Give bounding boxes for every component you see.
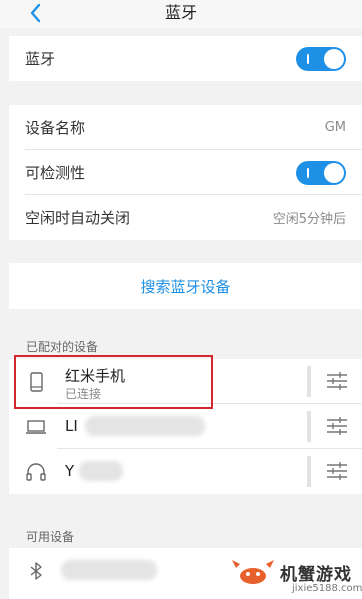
headphones-icon [25,461,47,483]
toggle-knob [324,48,344,69]
bluetooth-label: 蓝牙 [25,50,56,68]
nav-bar: 蓝牙 [0,0,362,28]
watermark: 机蟹游戏 jixie5188.com [228,552,362,599]
device-name-value: GM [324,120,346,135]
available-section-label: 可用设备 [26,530,75,544]
device-info-card: 设备名称 GM 可检测性 空闲时自动关闭 空闲5分钟后 [9,105,362,240]
redacted-text [85,416,205,436]
device-settings-icon[interactable] [326,416,348,436]
visibility-label: 可检测性 [25,164,86,182]
watermark-name: 机蟹游戏 [280,565,352,585]
device-settings-icon[interactable] [326,461,348,481]
crab-logo-icon [228,556,278,586]
redacted-text [61,560,157,580]
visibility-toggle[interactable] [296,160,346,185]
bluetooth-card: 蓝牙 [9,36,362,81]
auto-off-label: 空闲时自动关闭 [25,209,131,227]
bluetooth-toggle[interactable] [296,46,346,71]
device-name-label: 设备名称 [25,119,86,137]
device-settings-icon[interactable] [326,371,348,391]
divider [307,411,311,442]
divider [307,366,311,397]
device-name: LI [65,417,78,435]
paired-section-label: 已配对的设备 [26,340,99,354]
device-name-row[interactable]: 设备名称 GM [9,105,362,150]
watermark-url: jixie5188.com [292,583,362,594]
toggle-on-mark [307,53,309,64]
page-title: 蓝牙 [164,3,197,22]
toggle-on-mark [307,167,309,178]
search-card: 搜索蓝牙设备 [9,263,362,309]
bluetooth-icon [25,560,47,582]
highlight-box [14,355,213,409]
search-devices-button[interactable]: 搜索蓝牙设备 [9,263,362,309]
paired-device-item[interactable]: LI [9,404,362,449]
divider [307,456,311,487]
toggle-knob [324,162,344,183]
paired-device-item[interactable]: Y [9,449,362,494]
auto-off-row[interactable]: 空闲时自动关闭 空闲5分钟后 [9,195,362,240]
visibility-row: 可检测性 [9,150,362,195]
laptop-icon [25,416,47,438]
redacted-text [79,461,123,481]
bluetooth-row: 蓝牙 [9,36,362,81]
auto-off-value: 空闲5分钟后 [272,212,346,227]
device-name: Y [65,462,75,480]
